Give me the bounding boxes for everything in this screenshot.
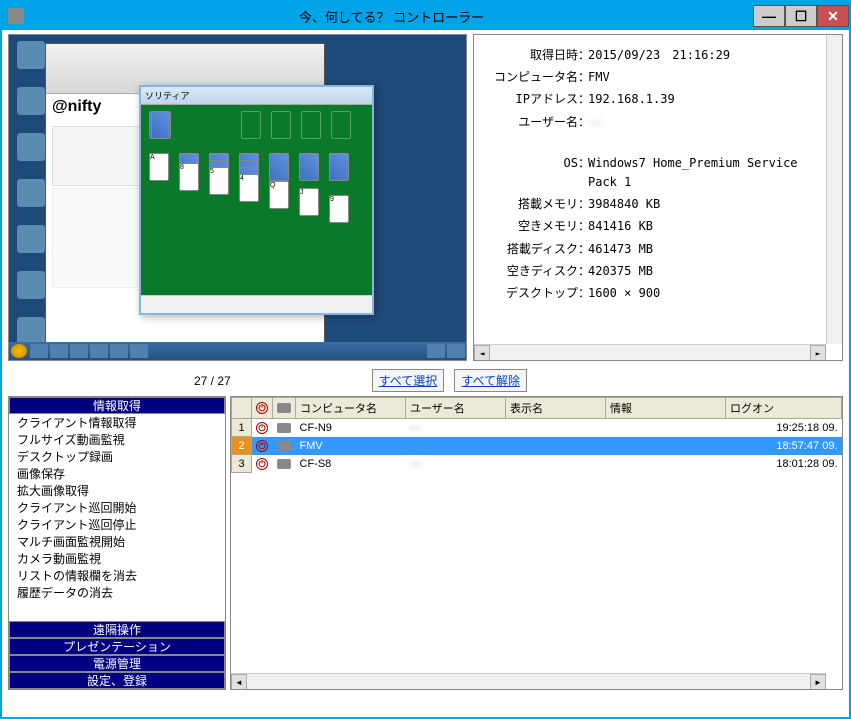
app-window: 今、何してる？ コントローラー — ☐ ✕ xyxy=(0,0,851,719)
action-camera-video[interactable]: カメラ動画監視 xyxy=(9,550,225,567)
info-scrollbar-v[interactable] xyxy=(826,35,842,344)
value-ram: 3984840 KB xyxy=(588,195,822,214)
label-ram: 搭載メモリ xyxy=(478,195,578,214)
table-row[interactable]: 1⏻CF-N9—19:25:18 09. xyxy=(232,419,842,437)
action-multi-monitor[interactable]: マルチ画面監視開始 xyxy=(9,533,225,550)
label-freedisk: 空きディスク xyxy=(478,262,578,281)
close-button[interactable]: ✕ xyxy=(817,5,849,27)
action-clear-list-info[interactable]: リストの情報欄を消去 xyxy=(9,567,225,584)
action-patrol-stop[interactable]: クライアント巡回停止 xyxy=(9,516,225,533)
info-scrollbar-h[interactable]: ◄► xyxy=(474,344,826,360)
link-icon xyxy=(277,403,291,413)
action-save-image[interactable]: 画像保存 xyxy=(9,465,225,482)
remote-screenshot-panel[interactable]: @nifty ソリティア xyxy=(8,34,467,361)
value-computer: FMV xyxy=(588,68,822,87)
category-settings-header[interactable]: 設定、登録 xyxy=(9,672,225,689)
col-user[interactable]: ユーザー名 xyxy=(406,398,506,419)
deselect-all-button[interactable]: すべて解除 xyxy=(454,369,527,392)
select-all-button[interactable]: すべて選択 xyxy=(372,369,445,392)
label-os: OS xyxy=(478,154,578,192)
action-client-info[interactable]: クライアント情報取得 xyxy=(9,414,225,431)
value-os: Windows7 Home_Premium Service Pack 1 xyxy=(588,154,822,192)
titlebar[interactable]: 今、何してる？ コントローラー — ☐ ✕ xyxy=(2,2,849,30)
category-power-header[interactable]: 電源管理 xyxy=(9,655,225,672)
action-panel: 情報取得 クライアント情報取得 フルサイズ動画監視 デスクトップ録画 画像保存 … xyxy=(8,396,226,690)
label-freeram: 空きメモリ xyxy=(478,217,578,236)
maximize-button[interactable]: ☐ xyxy=(785,5,817,27)
label-user: ユーザー名 xyxy=(478,113,578,132)
col-power[interactable]: ⏻ xyxy=(252,398,273,419)
table-row[interactable]: 2⏻FMV—18:57:47 09. xyxy=(232,437,842,455)
value-datetime: 2015/09/23 21:16:29 xyxy=(588,46,822,65)
power-icon: ⏻ xyxy=(256,402,268,414)
action-zoom-image[interactable]: 拡大画像取得 xyxy=(9,482,225,499)
value-desktop: 1600 × 900 xyxy=(588,284,822,303)
category-remote-header[interactable]: 遠隔操作 xyxy=(9,621,225,638)
col-info[interactable]: 情報 xyxy=(606,398,726,419)
action-list: クライアント情報取得 フルサイズ動画監視 デスクトップ録画 画像保存 拡大画像取… xyxy=(9,414,225,621)
table-row[interactable]: 3⏻CF-S8—18:01:28 09. xyxy=(232,455,842,473)
window-title: 今、何してる？ コントローラー xyxy=(30,7,753,26)
action-patrol-start[interactable]: クライアント巡回開始 xyxy=(9,499,225,516)
col-display[interactable]: 表示名 xyxy=(506,398,606,419)
col-link[interactable] xyxy=(273,398,296,419)
remote-taskbar xyxy=(9,342,466,360)
col-num[interactable] xyxy=(232,398,252,419)
col-logon[interactable]: ログオン xyxy=(726,398,842,419)
value-user: —— xyxy=(588,113,822,132)
label-desktop: デスクトップ xyxy=(478,284,578,303)
info-panel: 取得日時：2015/09/23 21:16:29 コンピュータ名：FMV IPア… xyxy=(473,34,843,361)
category-info-header[interactable]: 情報取得 xyxy=(9,397,225,414)
table-scrollbar-h[interactable]: ◄► xyxy=(231,673,826,689)
label-computer: コンピュータ名 xyxy=(478,68,578,87)
value-freeram: 841416 KB xyxy=(588,217,822,236)
value-ip: 192.168.1.39 xyxy=(588,90,822,109)
page-counter: 27 / 27 xyxy=(194,374,231,388)
minimize-button[interactable]: — xyxy=(753,5,785,27)
category-presentation-header[interactable]: プレゼンテーション xyxy=(9,638,225,655)
action-fullsize-video[interactable]: フルサイズ動画監視 xyxy=(9,431,225,448)
value-freedisk: 420375 MB xyxy=(588,262,822,281)
label-datetime: 取得日時 xyxy=(478,46,578,65)
label-ip: IPアドレス xyxy=(478,90,578,109)
action-desktop-record[interactable]: デスクトップ録画 xyxy=(9,448,225,465)
action-clear-history[interactable]: 履歴データの消去 xyxy=(9,584,225,601)
value-disk: 461473 MB xyxy=(588,240,822,259)
client-table-panel: ⏻ コンピュータ名 ユーザー名 表示名 情報 ログオン 1⏻CF-N9—19:2… xyxy=(230,396,843,690)
client-table[interactable]: ⏻ コンピュータ名 ユーザー名 表示名 情報 ログオン 1⏻CF-N9—19:2… xyxy=(231,397,842,473)
app-icon xyxy=(8,8,24,24)
remote-solitaire-window: ソリティア A 8 xyxy=(139,85,374,315)
label-disk: 搭載ディスク xyxy=(478,240,578,259)
col-computer[interactable]: コンピュータ名 xyxy=(296,398,406,419)
